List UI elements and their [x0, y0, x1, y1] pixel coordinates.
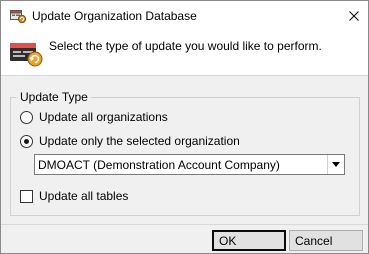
radio-label: Update only the selected organization	[39, 134, 240, 148]
window-title: Update Organization Database	[32, 9, 197, 23]
radio-button-unselected[interactable]	[20, 110, 33, 124]
checkbox-label: Update all tables	[39, 189, 129, 203]
radio-update-selected[interactable]: Update only the selected organization	[20, 133, 240, 149]
update-all-tables-option[interactable]: Update all tables	[20, 188, 128, 204]
organization-select[interactable]: DMOACT (Demonstration Account Company)	[34, 154, 345, 175]
database-refresh-icon	[9, 39, 43, 67]
radio-button-selected[interactable]	[20, 134, 33, 148]
radio-update-all[interactable]: Update all organizations	[20, 109, 168, 125]
group-legend: Update Type	[17, 90, 91, 104]
ok-button[interactable]: OK	[212, 230, 286, 251]
update-all-tables-checkbox[interactable]	[20, 189, 33, 203]
dropdown-button[interactable]	[327, 155, 344, 174]
close-icon	[348, 11, 359, 21]
close-button[interactable]	[339, 1, 368, 31]
dropdown-arrow-icon	[332, 162, 340, 167]
footer-divider	[1, 224, 368, 225]
cancel-button[interactable]: Cancel	[289, 230, 363, 251]
database-update-icon	[10, 9, 27, 24]
instruction-text: Select the type of update you would like…	[49, 39, 322, 53]
title-bar: Update Organization Database	[1, 1, 368, 31]
dialog-header: Select the type of update you would like…	[1, 31, 368, 75]
header-divider	[1, 75, 368, 76]
ok-button-label: OK	[219, 233, 237, 248]
radio-label: Update all organizations	[39, 110, 168, 124]
radio-dot	[24, 138, 29, 144]
cancel-button-label: Cancel	[295, 233, 333, 248]
organization-select-value: DMOACT (Demonstration Account Company)	[38, 158, 280, 172]
update-organization-dialog: Update Organization Database Select the …	[0, 0, 369, 254]
